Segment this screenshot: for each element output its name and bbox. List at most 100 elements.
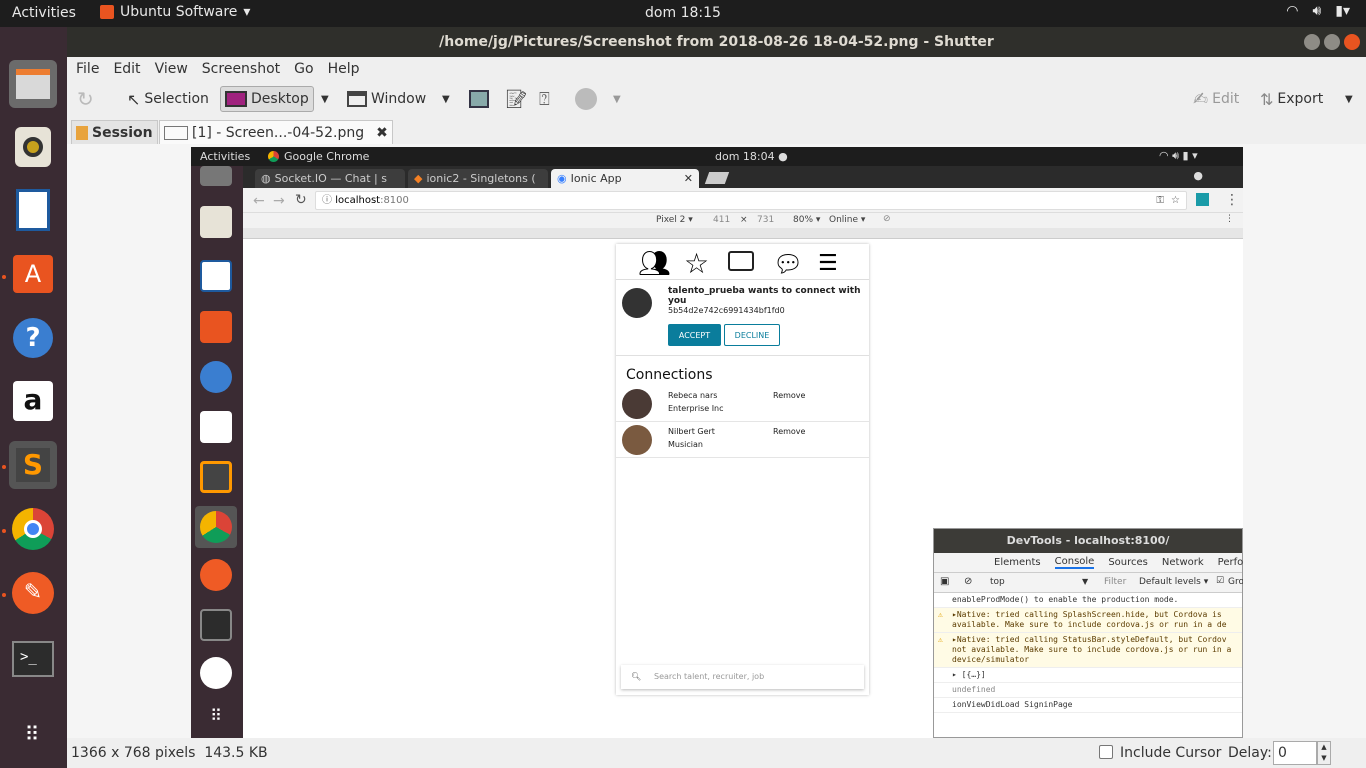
redo-button[interactable]: ↻ bbox=[77, 86, 94, 112]
help-icon[interactable]: ? bbox=[9, 314, 57, 362]
postman-icon[interactable]: ✎ bbox=[9, 569, 57, 617]
star-icon: ☆ bbox=[684, 247, 710, 280]
devtools-title: DevTools - localhost:8100/ bbox=[934, 529, 1242, 553]
back-icon: ← bbox=[253, 193, 265, 209]
console-filter-bar: ▣ ⊘ top ▼ Filter Default levels ▾ ☑ Gro bbox=[934, 573, 1243, 593]
status-bar: 1366 x 768 pixels 143.5 KB Include Curso… bbox=[67, 738, 1366, 768]
image-canvas[interactable]: Activities Google Chrome dom 18:04 ● ◠ 🔊… bbox=[67, 144, 1366, 738]
include-cursor-checkbox[interactable] bbox=[1099, 745, 1113, 759]
close-tab-icon[interactable]: ✖ bbox=[376, 125, 388, 141]
chrome-tab-ionic-app: ◉ Ionic App ✕ bbox=[551, 169, 699, 188]
menu-edit[interactable]: Edit bbox=[113, 61, 140, 77]
desktop-dropdown[interactable]: ▼ bbox=[321, 86, 329, 112]
chevron-up-icon[interactable]: ▲ bbox=[1321, 743, 1326, 751]
devtools-tabs: Elements Console Sources Network Perform bbox=[934, 553, 1243, 573]
devtools-window: DevTools - localhost:8100/ Elements Cons… bbox=[933, 528, 1243, 738]
menu-go[interactable]: Go bbox=[294, 61, 313, 77]
rhythmbox-icon[interactable] bbox=[9, 123, 57, 171]
screenshot-image: Activities Google Chrome dom 18:04 ● ◠ 🔊… bbox=[191, 147, 1243, 738]
edit-button[interactable]: ✍ Edit bbox=[1193, 86, 1239, 112]
tab-strip: Session [1] - Screen...-04-52.png ✖ bbox=[67, 118, 1366, 144]
omnibox: ⓘ localhost:8100 ⚿ ☆ bbox=[315, 191, 1187, 210]
inner-chrome-icon bbox=[200, 511, 232, 543]
image-info: 1366 x 768 pixels 143.5 KB bbox=[71, 745, 268, 761]
system-tray[interactable]: ◠ 🔊︎ ▮▾ bbox=[1286, 3, 1350, 19]
dock: A ? a S ✎ >_ ⠿ bbox=[0, 27, 67, 768]
connection-name: Rebeca nars bbox=[668, 391, 718, 400]
chrome-icon[interactable] bbox=[9, 505, 57, 553]
edit-icon: ✍ bbox=[1193, 88, 1209, 110]
console-warning: ▸Native: tried calling SplashScreen.hide… bbox=[934, 608, 1242, 633]
console-line: ionViewDidLoad SigninPage bbox=[934, 698, 1242, 713]
console-line: enableProdMode() to enable the productio… bbox=[934, 593, 1242, 608]
globe-button[interactable] bbox=[575, 86, 597, 112]
list-item: Rebeca nars Enterprise Inc Remove bbox=[616, 386, 869, 422]
context-select: top bbox=[990, 577, 1005, 587]
ubuntu-software-icon bbox=[100, 5, 114, 19]
app-menu[interactable]: Ubuntu Software ▾ bbox=[100, 4, 250, 20]
decline-button: DECLINE bbox=[724, 324, 780, 346]
tab-session-label: Session bbox=[92, 124, 153, 141]
export-dropdown[interactable]: ▼ bbox=[1345, 86, 1353, 112]
menu-icon: ☰ bbox=[818, 251, 838, 276]
delay-spinbutton[interactable]: 0 bbox=[1273, 741, 1317, 765]
url-port: :8100 bbox=[380, 195, 409, 206]
close-button[interactable] bbox=[1344, 34, 1360, 50]
maximize-button[interactable] bbox=[1324, 34, 1340, 50]
devtools-tab: Elements bbox=[994, 557, 1041, 568]
search-icon: 🔍︎ bbox=[631, 672, 642, 681]
inner-sublime-icon bbox=[200, 461, 232, 493]
url-host: localhost bbox=[335, 195, 381, 206]
accept-label: ACCEPT bbox=[678, 330, 711, 340]
export-button[interactable]: ⇅ Export bbox=[1260, 86, 1323, 112]
app-menu-label: Ubuntu Software bbox=[120, 4, 238, 20]
tooltip-capture-button[interactable]: 📝︎ bbox=[505, 86, 528, 112]
tab-session[interactable]: Session bbox=[71, 120, 158, 144]
menu-file[interactable]: File bbox=[76, 61, 99, 77]
minimize-button[interactable] bbox=[1304, 34, 1320, 50]
inner-dock: ⠿ bbox=[191, 166, 243, 738]
show-applications-icon[interactable]: ⠿ bbox=[9, 710, 57, 758]
phone-viewport: 👥︎ ☆ 💬︎ ☰ talento_prueba wants to connec… bbox=[616, 244, 869, 695]
amazon-icon[interactable]: a bbox=[9, 377, 57, 425]
media-query-ruler bbox=[243, 228, 1243, 239]
inner-files-icon bbox=[200, 166, 232, 186]
delay-stepper[interactable]: ▲ ▼ bbox=[1317, 741, 1331, 765]
desktop-button[interactable]: Desktop bbox=[220, 86, 314, 112]
sublime-text-icon[interactable]: S bbox=[9, 441, 57, 489]
avatar bbox=[622, 425, 652, 455]
search-bar: 🔍︎ Search talent, recruiter, job bbox=[621, 665, 864, 689]
menu-capture-button[interactable] bbox=[469, 86, 489, 112]
selection-button[interactable]: ↖ Selection bbox=[127, 86, 209, 112]
window-dropdown[interactable]: ▼ bbox=[442, 86, 450, 112]
tab-file[interactable]: [1] - Screen...-04-52.png ✖ bbox=[159, 120, 393, 144]
menu-view[interactable]: View bbox=[155, 61, 188, 77]
pencil-icon: 📝︎ bbox=[505, 88, 528, 110]
inner-help-icon bbox=[200, 361, 232, 393]
ubuntu-software-dock-icon[interactable]: A bbox=[9, 250, 57, 298]
filter-input: Filter bbox=[1104, 577, 1127, 587]
decline-label: DECLINE bbox=[734, 330, 770, 340]
globe-dropdown[interactable]: ▼ bbox=[613, 86, 621, 112]
activities-button[interactable]: Activities bbox=[12, 5, 76, 21]
writer-icon[interactable] bbox=[9, 186, 57, 234]
chrome-window: ◍ Socket.IO — Chat | s ◆ ionic2 - Singleto… bbox=[243, 166, 1243, 738]
os-top-bar: Activities Ubuntu Software ▾ dom 18:15 ◠… bbox=[0, 0, 1366, 27]
briefcase-icon bbox=[728, 250, 758, 280]
files-icon[interactable] bbox=[9, 60, 57, 108]
chat-icon: 💬︎ bbox=[773, 250, 804, 278]
terminal-icon[interactable]: >_ bbox=[9, 635, 57, 683]
chrome-address-bar: ← → ↻ ⓘ localhost:8100 ⚿ ☆ ⋮ bbox=[243, 188, 1243, 213]
menu-help[interactable]: Help bbox=[328, 61, 360, 77]
web-capture-button[interactable]: ⍰ bbox=[539, 86, 550, 112]
menu-screenshot[interactable]: Screenshot bbox=[202, 61, 280, 77]
inner-postman-icon bbox=[200, 559, 232, 591]
connections-title: Connections bbox=[626, 367, 713, 383]
console-warning: ▸Native: tried calling StatusBar.styleDe… bbox=[934, 633, 1242, 668]
window-button[interactable]: Window bbox=[347, 86, 426, 112]
avatar bbox=[622, 389, 652, 419]
chrome-tab-socketio: ◍ Socket.IO — Chat | s bbox=[255, 169, 405, 188]
cursor-icon: ↖ bbox=[127, 89, 141, 109]
chevron-down-icon[interactable]: ▼ bbox=[1321, 754, 1326, 762]
edit-label: Edit bbox=[1212, 91, 1240, 107]
